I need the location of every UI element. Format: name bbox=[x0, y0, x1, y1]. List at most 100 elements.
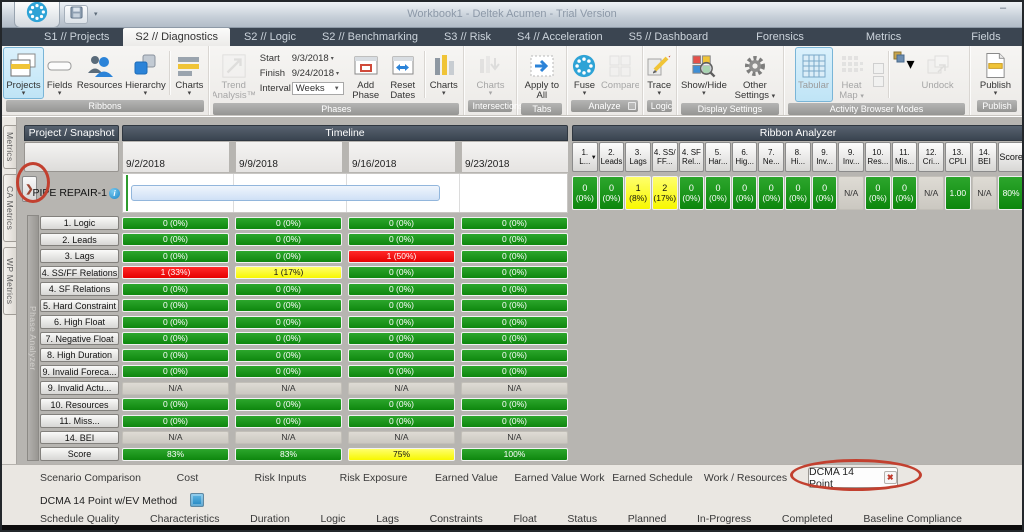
category-tab-logic[interactable]: Logic bbox=[320, 513, 345, 525]
fields-button[interactable]: Fields ▾ bbox=[44, 47, 75, 99]
phase-cell[interactable]: 0 (0%) bbox=[122, 316, 229, 329]
phase-cell[interactable]: 1 (17%) bbox=[235, 266, 342, 279]
analyzer-column-header[interactable]: 3.Lags bbox=[625, 142, 651, 172]
reset-dates-button[interactable]: Reset Dates bbox=[384, 47, 422, 102]
phase-cell[interactable]: 0 (0%) bbox=[122, 283, 229, 296]
phase-cell[interactable]: 0 (0%) bbox=[235, 349, 342, 362]
analyzer-column-header[interactable]: 12.Cri... bbox=[918, 142, 944, 172]
phase-cell[interactable]: 0 (0%) bbox=[348, 316, 455, 329]
phase-cell[interactable]: 0 (0%) bbox=[235, 415, 342, 428]
phase-cell[interactable]: 75% bbox=[348, 448, 455, 461]
phase-cell[interactable]: 0 (0%) bbox=[348, 217, 455, 230]
phase-cell[interactable]: 0 (0%) bbox=[122, 217, 229, 230]
category-tab-float[interactable]: Float bbox=[513, 513, 536, 525]
phase-cell[interactable]: N/A bbox=[461, 382, 568, 395]
phase-cell[interactable]: 83% bbox=[122, 448, 229, 461]
phase-cell[interactable]: 0 (0%) bbox=[348, 283, 455, 296]
phase-cell[interactable]: N/A bbox=[348, 382, 455, 395]
phase-cell[interactable]: 0 (0%) bbox=[235, 398, 342, 411]
analyzer-cell[interactable]: 0(0%) bbox=[679, 176, 705, 210]
analyzer-cell[interactable]: 2(17%) bbox=[652, 176, 678, 210]
apply-to-all-button[interactable]: Apply to All bbox=[519, 47, 565, 102]
analyzer-column-header[interactable]: 4. SFRel... bbox=[679, 142, 705, 172]
compare-button[interactable]: Compare bbox=[600, 47, 640, 99]
phase-cell[interactable]: 0 (0%) bbox=[122, 250, 229, 263]
analyzer-cell[interactable]: 0(0%) bbox=[892, 176, 918, 210]
phase-cell[interactable]: N/A bbox=[461, 431, 568, 444]
start-date-picker[interactable]: 9/3/2018 ▾ bbox=[292, 53, 334, 64]
phase-cell[interactable]: 0 (0%) bbox=[348, 398, 455, 411]
phase-cell[interactable]: 0 (0%) bbox=[348, 365, 455, 378]
analyzer-column-header[interactable]: 5.Har... bbox=[705, 142, 731, 172]
category-tab-characteristics[interactable]: Characteristics bbox=[150, 513, 219, 525]
analyzer-column-header[interactable]: 10.Res... bbox=[865, 142, 891, 172]
analyzer-cell[interactable]: 0(0%) bbox=[758, 176, 784, 210]
phase-cell[interactable]: 0 (0%) bbox=[348, 415, 455, 428]
phase-cell[interactable]: 0 (0%) bbox=[461, 316, 568, 329]
hierarchy-button[interactable]: Hierarchy ▾ bbox=[124, 47, 167, 99]
finish-date-picker[interactable]: 9/24/2018 ▾ bbox=[292, 68, 339, 79]
phase-row-label[interactable]: 9. Invalid Foreca... bbox=[40, 365, 119, 379]
phase-cell[interactable]: 0 (0%) bbox=[461, 332, 568, 345]
phase-row-label[interactable]: 1. Logic bbox=[40, 216, 119, 230]
analyzer-cell[interactable]: 0(0%) bbox=[812, 176, 838, 210]
phase-cell[interactable]: 0 (0%) bbox=[235, 332, 342, 345]
analyzer-column-header[interactable]: 8.Hi... bbox=[785, 142, 811, 172]
ribbon-tab-s3-risk[interactable]: S3 // Risk bbox=[432, 28, 503, 46]
analyzer-cell[interactable]: N/A bbox=[838, 176, 864, 210]
phase-cell[interactable]: 0 (0%) bbox=[122, 233, 229, 246]
phase-cell[interactable]: 0 (0%) bbox=[122, 365, 229, 378]
phase-cell[interactable]: 0 (0%) bbox=[122, 349, 229, 362]
phase-cell[interactable]: 83% bbox=[235, 448, 342, 461]
undock-button[interactable]: Undock bbox=[917, 47, 959, 102]
intersections-charts-button[interactable]: Charts ▾ bbox=[467, 47, 513, 99]
analyzer-column-header[interactable]: 1.L...▼ bbox=[572, 142, 598, 172]
phase-row-label[interactable]: 8. High Duration bbox=[40, 348, 119, 362]
phase-row-label[interactable]: 6. High Float bbox=[40, 315, 119, 329]
dcma-ev-method-checkbox[interactable] bbox=[190, 493, 204, 507]
phase-cell[interactable]: 0 (0%) bbox=[461, 266, 568, 279]
ribbon-tab-s1-projects[interactable]: S1 // Projects bbox=[32, 28, 121, 46]
phase-cell[interactable]: 0 (0%) bbox=[235, 233, 342, 246]
phase-cell[interactable]: 0 (0%) bbox=[461, 365, 568, 378]
phase-cell[interactable]: 0 (0%) bbox=[122, 299, 229, 312]
ribbon-tab-metrics[interactable]: Metrics bbox=[854, 28, 913, 46]
chevron-down-icon[interactable]: ▼ bbox=[591, 154, 597, 163]
phase-cell[interactable]: 0 (0%) bbox=[235, 299, 342, 312]
side-tab-wp-metrics[interactable]: WP Metrics bbox=[3, 247, 16, 315]
side-tab-metrics[interactable]: Metrics bbox=[3, 125, 16, 169]
analyzer-cell[interactable]: 0(0%) bbox=[785, 176, 811, 210]
analyzer-column-header[interactable]: 13.CPLI bbox=[945, 142, 971, 172]
analyzer-cell[interactable]: 0(0%) bbox=[572, 176, 598, 210]
sheet-tab-work-resources[interactable]: Work / Resources bbox=[699, 472, 792, 484]
sheet-tab-cost[interactable]: Cost bbox=[141, 472, 234, 484]
phase-cell[interactable]: 0 (0%) bbox=[461, 250, 568, 263]
analyzer-column-header[interactable]: 14.BEI bbox=[972, 142, 998, 172]
tabular-button[interactable]: Tabular bbox=[795, 47, 833, 102]
sheet-tab-risk-exposure[interactable]: Risk Exposure bbox=[327, 472, 420, 484]
ribbon-tab-s4-acceleration[interactable]: S4 // Acceleration bbox=[505, 28, 615, 46]
phase-cell[interactable]: 1 (33%) bbox=[122, 266, 229, 279]
analyzer-cell[interactable]: 0(0%) bbox=[705, 176, 731, 210]
projects-button[interactable]: Projects ▾ bbox=[3, 47, 44, 99]
analyzer-cell[interactable]: 0(0%) bbox=[599, 176, 625, 210]
phase-cell[interactable]: N/A bbox=[348, 431, 455, 444]
ribbon-tab-s2-benchmarking[interactable]: S2 // Benchmarking bbox=[310, 28, 430, 46]
phase-cell[interactable]: 0 (0%) bbox=[461, 398, 568, 411]
sheet-tab-earned-value-work[interactable]: Earned Value Work bbox=[513, 472, 606, 484]
analyzer-cell[interactable]: 0(0%) bbox=[865, 176, 891, 210]
analyzer-column-header[interactable]: 4. SS/FF... bbox=[652, 142, 678, 172]
phase-cell[interactable]: 0 (0%) bbox=[461, 233, 568, 246]
phase-cell[interactable]: 0 (0%) bbox=[235, 316, 342, 329]
phase-cell[interactable]: 100% bbox=[461, 448, 568, 461]
browser-options-button[interactable]: ▾ bbox=[893, 47, 915, 102]
analyzer-column-header[interactable]: 9.Inv... bbox=[838, 142, 864, 172]
category-tab-constraints[interactable]: Constraints bbox=[430, 513, 483, 525]
phase-cell[interactable]: 0 (0%) bbox=[348, 233, 455, 246]
phase-row-label[interactable]: 4. SF Relations bbox=[40, 282, 119, 296]
phase-row-label[interactable]: 7. Negative Float bbox=[40, 332, 119, 346]
ribbon-tab-forensics[interactable]: Forensics bbox=[744, 28, 816, 46]
analyzer-cell[interactable]: N/A bbox=[972, 176, 998, 210]
analyzer-column-header[interactable]: 9.Inv... bbox=[812, 142, 838, 172]
ribbon-tab-fields[interactable]: Fields bbox=[959, 28, 1012, 46]
